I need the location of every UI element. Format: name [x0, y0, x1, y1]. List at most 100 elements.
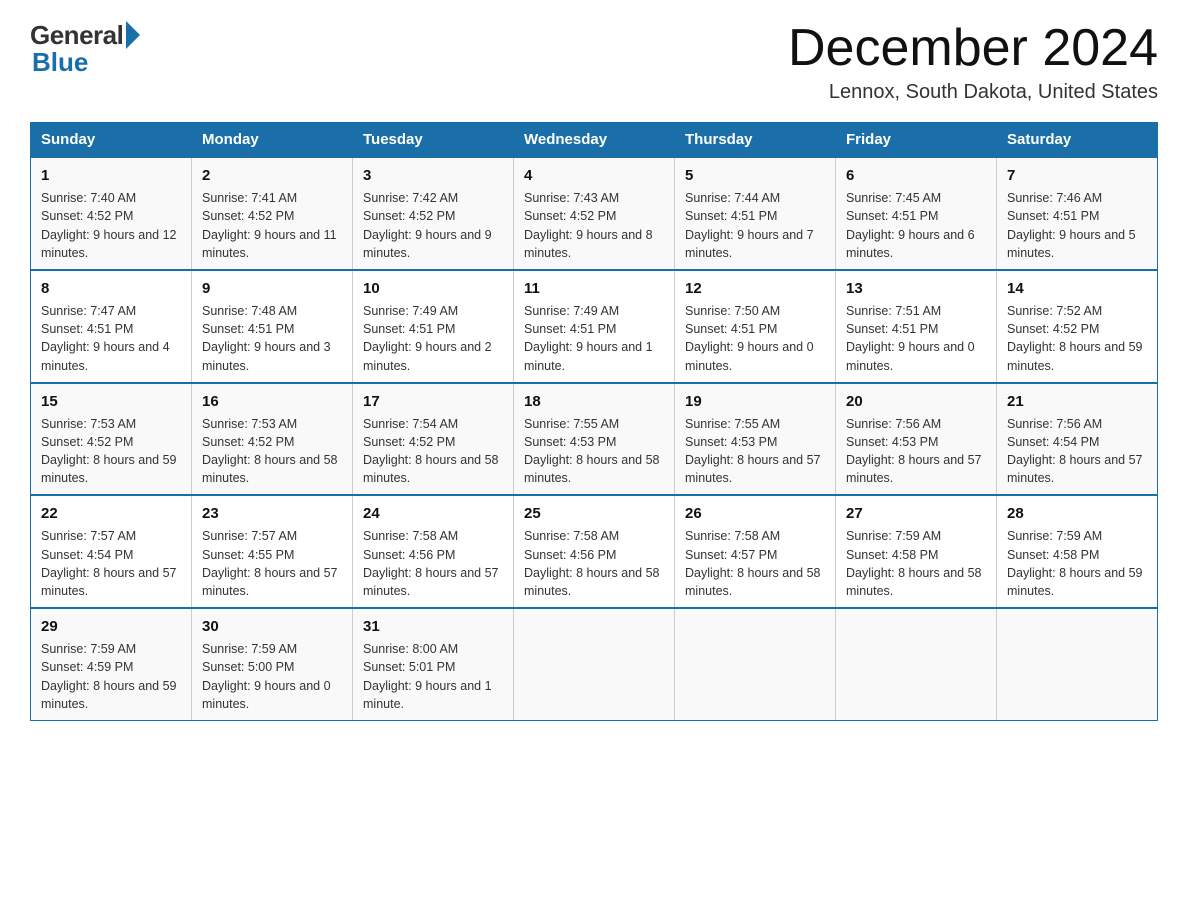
day-info: Sunrise: 7:40 AMSunset: 4:52 PMDaylight:… [41, 191, 177, 260]
calendar-cell: 6 Sunrise: 7:45 AMSunset: 4:51 PMDayligh… [836, 157, 997, 270]
calendar-cell: 14 Sunrise: 7:52 AMSunset: 4:52 PMDaylig… [997, 270, 1158, 383]
calendar-header: SundayMondayTuesdayWednesdayThursdayFrid… [31, 123, 1158, 158]
day-number: 28 [1007, 503, 1147, 524]
day-number: 19 [685, 391, 825, 412]
day-number: 6 [846, 165, 986, 186]
header-day-sunday: Sunday [31, 123, 192, 158]
week-row-3: 15 Sunrise: 7:53 AMSunset: 4:52 PMDaylig… [31, 383, 1158, 496]
calendar-cell: 3 Sunrise: 7:42 AMSunset: 4:52 PMDayligh… [353, 157, 514, 270]
week-row-4: 22 Sunrise: 7:57 AMSunset: 4:54 PMDaylig… [31, 495, 1158, 608]
day-number: 29 [41, 616, 181, 637]
day-number: 30 [202, 616, 342, 637]
day-info: Sunrise: 7:49 AMSunset: 4:51 PMDaylight:… [524, 304, 653, 373]
calendar-cell: 26 Sunrise: 7:58 AMSunset: 4:57 PMDaylig… [675, 495, 836, 608]
day-info: Sunrise: 7:59 AMSunset: 4:58 PMDaylight:… [846, 529, 982, 598]
header-day-monday: Monday [192, 123, 353, 158]
calendar-cell: 9 Sunrise: 7:48 AMSunset: 4:51 PMDayligh… [192, 270, 353, 383]
day-number: 26 [685, 503, 825, 524]
day-info: Sunrise: 7:55 AMSunset: 4:53 PMDaylight:… [524, 417, 660, 486]
month-title: December 2024 [788, 20, 1158, 77]
calendar-cell: 5 Sunrise: 7:44 AMSunset: 4:51 PMDayligh… [675, 157, 836, 270]
calendar-cell: 29 Sunrise: 7:59 AMSunset: 4:59 PMDaylig… [31, 608, 192, 720]
day-number: 16 [202, 391, 342, 412]
calendar-cell: 11 Sunrise: 7:49 AMSunset: 4:51 PMDaylig… [514, 270, 675, 383]
day-info: Sunrise: 7:45 AMSunset: 4:51 PMDaylight:… [846, 191, 975, 260]
day-number: 17 [363, 391, 503, 412]
day-number: 15 [41, 391, 181, 412]
day-number: 1 [41, 165, 181, 186]
calendar-cell: 15 Sunrise: 7:53 AMSunset: 4:52 PMDaylig… [31, 383, 192, 496]
calendar-cell: 2 Sunrise: 7:41 AMSunset: 4:52 PMDayligh… [192, 157, 353, 270]
day-number: 2 [202, 165, 342, 186]
day-info: Sunrise: 7:51 AMSunset: 4:51 PMDaylight:… [846, 304, 975, 373]
day-number: 27 [846, 503, 986, 524]
calendar-cell [836, 608, 997, 720]
header-day-friday: Friday [836, 123, 997, 158]
calendar-cell: 31 Sunrise: 8:00 AMSunset: 5:01 PMDaylig… [353, 608, 514, 720]
day-number: 23 [202, 503, 342, 524]
day-info: Sunrise: 7:53 AMSunset: 4:52 PMDaylight:… [202, 417, 338, 486]
calendar-cell: 25 Sunrise: 7:58 AMSunset: 4:56 PMDaylig… [514, 495, 675, 608]
day-number: 25 [524, 503, 664, 524]
day-info: Sunrise: 7:58 AMSunset: 4:56 PMDaylight:… [363, 529, 499, 598]
day-info: Sunrise: 7:46 AMSunset: 4:51 PMDaylight:… [1007, 191, 1136, 260]
day-number: 9 [202, 278, 342, 299]
day-number: 24 [363, 503, 503, 524]
calendar-cell: 22 Sunrise: 7:57 AMSunset: 4:54 PMDaylig… [31, 495, 192, 608]
calendar-cell: 12 Sunrise: 7:50 AMSunset: 4:51 PMDaylig… [675, 270, 836, 383]
day-number: 31 [363, 616, 503, 637]
calendar-cell: 20 Sunrise: 7:56 AMSunset: 4:53 PMDaylig… [836, 383, 997, 496]
day-number: 21 [1007, 391, 1147, 412]
header-day-saturday: Saturday [997, 123, 1158, 158]
day-number: 18 [524, 391, 664, 412]
day-info: Sunrise: 7:55 AMSunset: 4:53 PMDaylight:… [685, 417, 821, 486]
day-number: 22 [41, 503, 181, 524]
day-info: Sunrise: 7:42 AMSunset: 4:52 PMDaylight:… [363, 191, 492, 260]
calendar-cell [675, 608, 836, 720]
day-number: 5 [685, 165, 825, 186]
day-number: 20 [846, 391, 986, 412]
location: Lennox, South Dakota, United States [788, 81, 1158, 104]
day-number: 13 [846, 278, 986, 299]
calendar-cell: 17 Sunrise: 7:54 AMSunset: 4:52 PMDaylig… [353, 383, 514, 496]
calendar-cell: 7 Sunrise: 7:46 AMSunset: 4:51 PMDayligh… [997, 157, 1158, 270]
calendar-cell [514, 608, 675, 720]
day-number: 14 [1007, 278, 1147, 299]
header-day-tuesday: Tuesday [353, 123, 514, 158]
day-number: 3 [363, 165, 503, 186]
day-number: 4 [524, 165, 664, 186]
day-number: 10 [363, 278, 503, 299]
day-info: Sunrise: 7:56 AMSunset: 4:53 PMDaylight:… [846, 417, 982, 486]
calendar-cell: 1 Sunrise: 7:40 AMSunset: 4:52 PMDayligh… [31, 157, 192, 270]
day-info: Sunrise: 7:50 AMSunset: 4:51 PMDaylight:… [685, 304, 814, 373]
day-info: Sunrise: 7:57 AMSunset: 4:54 PMDaylight:… [41, 529, 177, 598]
header-row: SundayMondayTuesdayWednesdayThursdayFrid… [31, 123, 1158, 158]
calendar-cell: 21 Sunrise: 7:56 AMSunset: 4:54 PMDaylig… [997, 383, 1158, 496]
day-info: Sunrise: 8:00 AMSunset: 5:01 PMDaylight:… [363, 642, 492, 711]
day-info: Sunrise: 7:44 AMSunset: 4:51 PMDaylight:… [685, 191, 814, 260]
day-info: Sunrise: 7:49 AMSunset: 4:51 PMDaylight:… [363, 304, 492, 373]
day-info: Sunrise: 7:54 AMSunset: 4:52 PMDaylight:… [363, 417, 499, 486]
week-row-1: 1 Sunrise: 7:40 AMSunset: 4:52 PMDayligh… [31, 157, 1158, 270]
day-number: 8 [41, 278, 181, 299]
logo: General Blue [30, 20, 140, 78]
calendar-cell [997, 608, 1158, 720]
header-day-wednesday: Wednesday [514, 123, 675, 158]
calendar-cell: 8 Sunrise: 7:47 AMSunset: 4:51 PMDayligh… [31, 270, 192, 383]
title-block: December 2024 Lennox, South Dakota, Unit… [788, 20, 1158, 104]
day-info: Sunrise: 7:59 AMSunset: 4:58 PMDaylight:… [1007, 529, 1143, 598]
calendar-cell: 28 Sunrise: 7:59 AMSunset: 4:58 PMDaylig… [997, 495, 1158, 608]
calendar-cell: 18 Sunrise: 7:55 AMSunset: 4:53 PMDaylig… [514, 383, 675, 496]
day-info: Sunrise: 7:53 AMSunset: 4:52 PMDaylight:… [41, 417, 177, 486]
calendar-cell: 24 Sunrise: 7:58 AMSunset: 4:56 PMDaylig… [353, 495, 514, 608]
day-info: Sunrise: 7:52 AMSunset: 4:52 PMDaylight:… [1007, 304, 1143, 373]
calendar-cell: 19 Sunrise: 7:55 AMSunset: 4:53 PMDaylig… [675, 383, 836, 496]
day-number: 7 [1007, 165, 1147, 186]
calendar-cell: 4 Sunrise: 7:43 AMSunset: 4:52 PMDayligh… [514, 157, 675, 270]
day-info: Sunrise: 7:59 AMSunset: 4:59 PMDaylight:… [41, 642, 177, 711]
calendar-cell: 27 Sunrise: 7:59 AMSunset: 4:58 PMDaylig… [836, 495, 997, 608]
day-number: 12 [685, 278, 825, 299]
week-row-5: 29 Sunrise: 7:59 AMSunset: 4:59 PMDaylig… [31, 608, 1158, 720]
calendar-cell: 30 Sunrise: 7:59 AMSunset: 5:00 PMDaylig… [192, 608, 353, 720]
day-info: Sunrise: 7:48 AMSunset: 4:51 PMDaylight:… [202, 304, 331, 373]
